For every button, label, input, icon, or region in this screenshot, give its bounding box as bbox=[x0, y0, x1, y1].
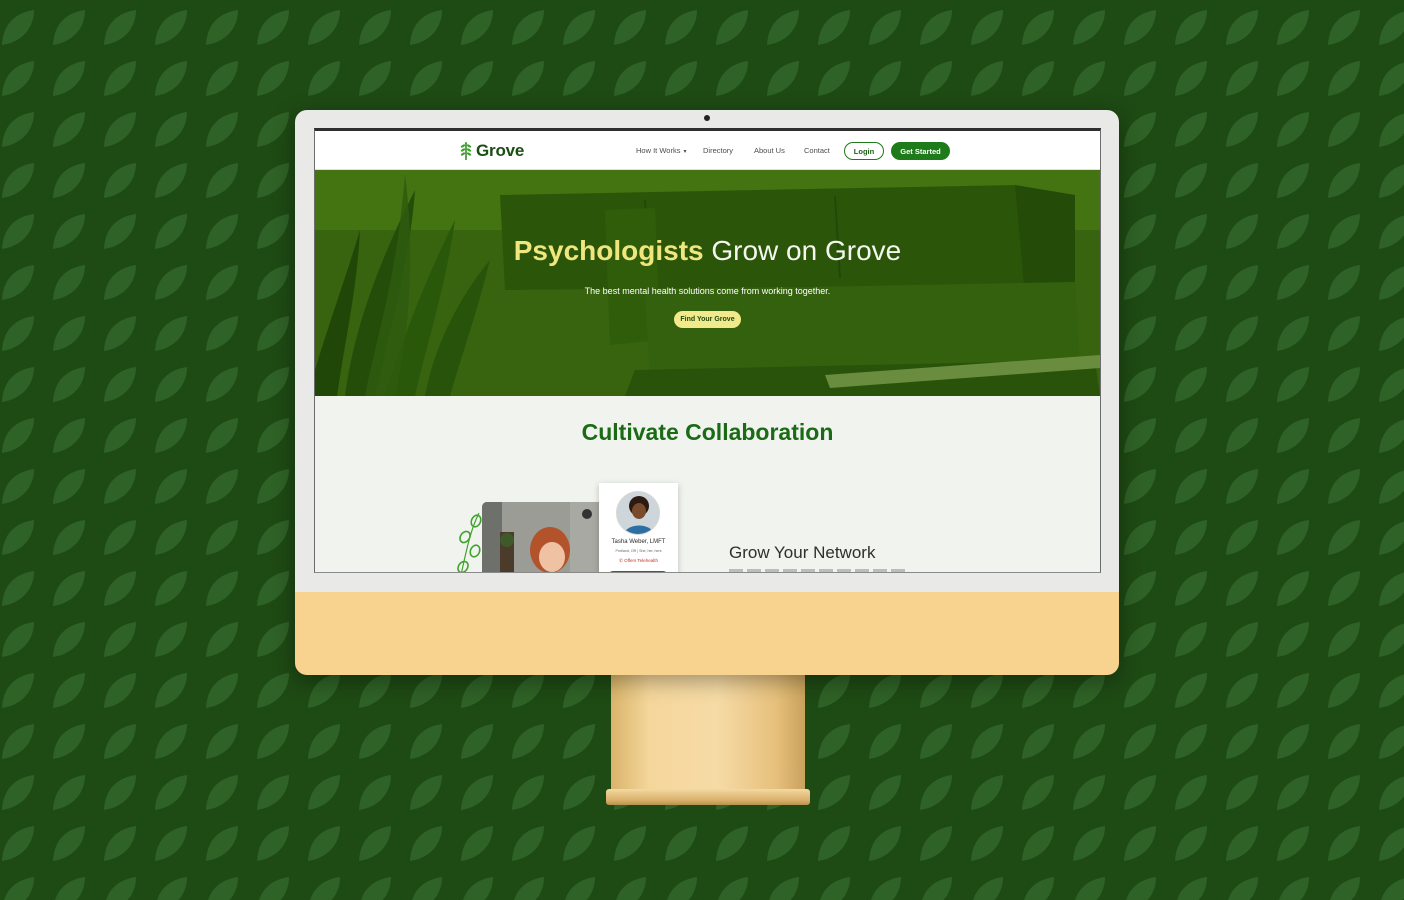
logo-text: Grove bbox=[476, 141, 525, 160]
hero-title-rest: Grow on Grove bbox=[703, 235, 902, 266]
hero-subtitle: The best mental health solutions come fr… bbox=[584, 286, 831, 296]
hero-section: Psychologists Grow on Grove The best men… bbox=[315, 170, 1100, 396]
telehealth-badge: ✆ Offers Telehealth bbox=[599, 558, 678, 564]
imac-stand bbox=[611, 675, 805, 793]
avatar bbox=[616, 491, 660, 535]
profile-contact-button[interactable] bbox=[608, 571, 668, 572]
nav-about-us[interactable]: About Us bbox=[754, 146, 785, 155]
collaboration-heading: Cultivate Collaboration bbox=[581, 419, 834, 445]
profile-location: Portland, OR | She, her, hers bbox=[615, 549, 662, 553]
nav-how-it-works[interactable]: How It Works ▾ bbox=[636, 146, 686, 155]
phone-icon: ✆ bbox=[619, 558, 623, 563]
site-logo[interactable]: Grove bbox=[460, 141, 524, 161]
find-your-grove-button[interactable]: Find Your Grove bbox=[674, 311, 741, 328]
profile-name: Tasha Weber, LMFT bbox=[611, 539, 666, 545]
website-screen: Grove How It Works ▾ Directory About Us C… bbox=[314, 128, 1101, 573]
grow-network-text-cut-off bbox=[729, 569, 909, 572]
hero-background-image bbox=[315, 170, 1100, 396]
site-navbar: Grove How It Works ▾ Directory About Us C… bbox=[315, 131, 1100, 170]
imac-stand-foot bbox=[606, 789, 810, 805]
login-button[interactable]: Login bbox=[844, 142, 884, 160]
get-started-button[interactable]: Get Started bbox=[891, 142, 950, 160]
nav-contact[interactable]: Contact bbox=[804, 146, 830, 155]
hero-title-accent: Psychologists bbox=[513, 235, 704, 266]
nav-directory[interactable]: Directory bbox=[703, 146, 733, 155]
grow-network-heading: Grow Your Network bbox=[729, 543, 876, 562]
hero-title: Psychologists Grow on Grove bbox=[315, 235, 1100, 267]
telehealth-label: Offers Telehealth bbox=[624, 558, 658, 563]
nav-how-it-works-label: How It Works bbox=[636, 146, 681, 155]
camera-icon bbox=[704, 115, 710, 121]
sprout-logo-icon bbox=[460, 142, 472, 160]
chevron-down-icon: ▾ bbox=[683, 149, 687, 155]
therapist-video-photo bbox=[482, 502, 610, 572]
therapist-profile-card[interactable]: Tasha Weber, LMFT Portland, OR | She, he… bbox=[599, 483, 678, 572]
monitor-chin bbox=[295, 592, 1119, 675]
